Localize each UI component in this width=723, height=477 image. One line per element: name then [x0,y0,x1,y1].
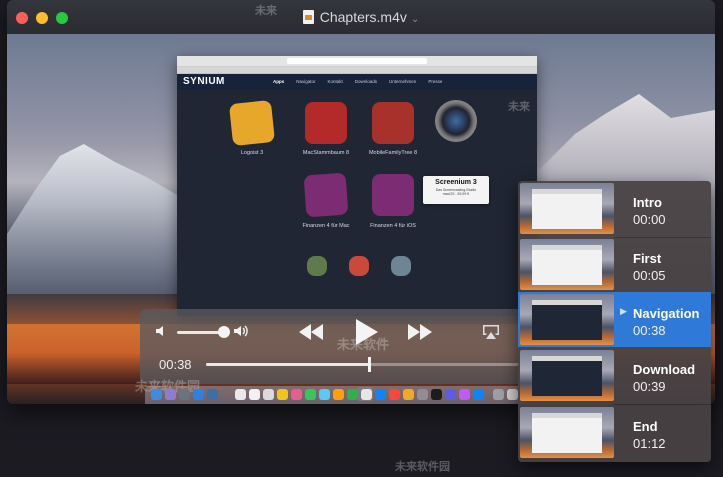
volume-slider[interactable] [177,331,223,334]
site-logo: SYNIUM [183,76,225,87]
chapter-thumbnail [520,294,614,345]
dock-icon [403,389,414,400]
scrubber[interactable] [206,357,526,372]
playback-controls: 00:38 [140,309,530,384]
site-menu-item: Navigator [296,79,316,84]
watermark: 未来 [508,101,530,113]
chapter-time: 00:39 [633,379,666,394]
tooltip-price: macOS - 59,99 € [442,192,470,196]
chapter-thumbnail [520,407,614,458]
volume-low-icon[interactable] [155,325,168,337]
watermark: 未来软件园 [395,461,450,473]
dock-icon [507,389,518,400]
chapters-panel: Intro 00:00 First 00:05 ▶ Navigation 00:… [518,181,711,462]
browser-tabs [177,67,537,74]
site-menu-item: Apps [273,79,285,84]
chapter-title: Download [633,362,696,377]
chapter-thumbnail [520,183,614,234]
dock-icon [459,389,470,400]
volume-slider-knob[interactable] [218,326,230,338]
dock-icon [165,389,176,400]
site-content: Logoist 3 MacStammbaum 8 MobileFamilyTre… [177,90,537,316]
window-title-area[interactable]: Chapters.m4v ⌄ [7,9,715,25]
finanzen-mac-app-icon [303,172,349,218]
chapter-item-intro[interactable]: Intro 00:00 [518,181,711,236]
site-menu: Apps Navigator Kontakt Downloads Unterne… [273,79,442,84]
tooltip-title: Screenium 3 [435,179,477,186]
chapter-time: 00:00 [633,212,666,227]
rewind-icon[interactable] [298,324,324,340]
browser-toolbar [177,56,537,67]
title-bar[interactable]: Chapters.m4v ⌄ [7,0,715,35]
dock-icon [445,389,456,400]
site-menu-item: Unternehmen [389,79,417,84]
chapter-item-download[interactable]: Download 00:39 [518,348,711,403]
airplay-icon[interactable] [482,324,500,340]
chapter-thumbnail [520,239,614,290]
app-tooltip: Screenium 3 Das Screencasting-Studio mac… [423,176,489,204]
chapter-time: 00:05 [633,268,666,283]
app-icon-small [307,256,327,276]
chapter-item-navigation[interactable]: ▶ Navigation 00:38 [518,292,711,347]
dock-icon [493,389,504,400]
dock-icon [389,389,400,400]
dock-icon [305,389,316,400]
dock [145,386,525,404]
mobilefamilytree-app-icon [372,102,414,144]
site-menu-item: Presse [428,79,443,84]
chapter-thumbnail [520,350,614,401]
chapter-item-first[interactable]: First 00:05 [518,237,711,292]
dock-icon [277,389,288,400]
browser-url-bar [287,58,427,64]
site-menu-item: Kontakt [327,79,343,84]
chapter-title: End [633,419,658,434]
chapter-title: First [633,251,662,266]
chapter-title: Intro [633,195,662,210]
video-browser-window: SYNIUM Apps Navigator Kontakt Downloads … [177,56,537,316]
chapter-time: 00:38 [633,323,666,338]
dock-icon [417,389,428,400]
dock-icon [431,389,442,400]
volume-high-icon[interactable] [233,324,251,338]
dock-icon [263,389,274,400]
dock-icon [193,389,204,400]
current-time: 00:38 [159,357,192,372]
dock-icon [179,389,190,400]
screenium-app-icon [435,100,477,142]
logoist-app-icon [228,99,276,147]
scrubber-progress [206,363,370,366]
finanzen-ios-app-icon [372,174,414,216]
chapter-title: Navigation [633,306,700,321]
dock-icon [249,389,260,400]
scrubber-playhead[interactable] [368,357,372,372]
dock-icon [473,389,484,400]
app-label: MobileFamilyTree 8 [368,150,418,156]
dock-icon [333,389,344,400]
current-chapter-icon: ▶ [620,306,627,316]
dock-icon [347,389,358,400]
dock-icon [151,389,162,400]
chapter-item-end[interactable]: End 01:12 [518,405,711,460]
dock-icon [235,389,246,400]
app-label: Finanzen 4 für Mac [302,223,350,229]
watermark: 未来 [255,5,277,17]
app-icon-small [391,256,411,276]
macstammbaum-app-icon [305,102,347,144]
fast-forward-icon[interactable] [407,324,433,340]
dock-icon [319,389,330,400]
window-title: Chapters.m4v [319,9,407,25]
app-label: MacStammbaum 8 [302,150,350,156]
watermark: 未来软件 [337,337,390,352]
dock-icon [375,389,386,400]
app-icon-small [349,256,369,276]
dock-icon [207,389,218,400]
chevron-down-icon[interactable]: ⌄ [411,14,419,25]
chapter-time: 01:12 [633,436,666,451]
document-icon [302,10,314,24]
app-label: Logoist 3 [240,150,264,156]
site-menu-item: Downloads [354,79,378,84]
dock-icon [361,389,372,400]
dock-icon [291,389,302,400]
app-label: Finanzen 4 für iOS [370,223,416,229]
